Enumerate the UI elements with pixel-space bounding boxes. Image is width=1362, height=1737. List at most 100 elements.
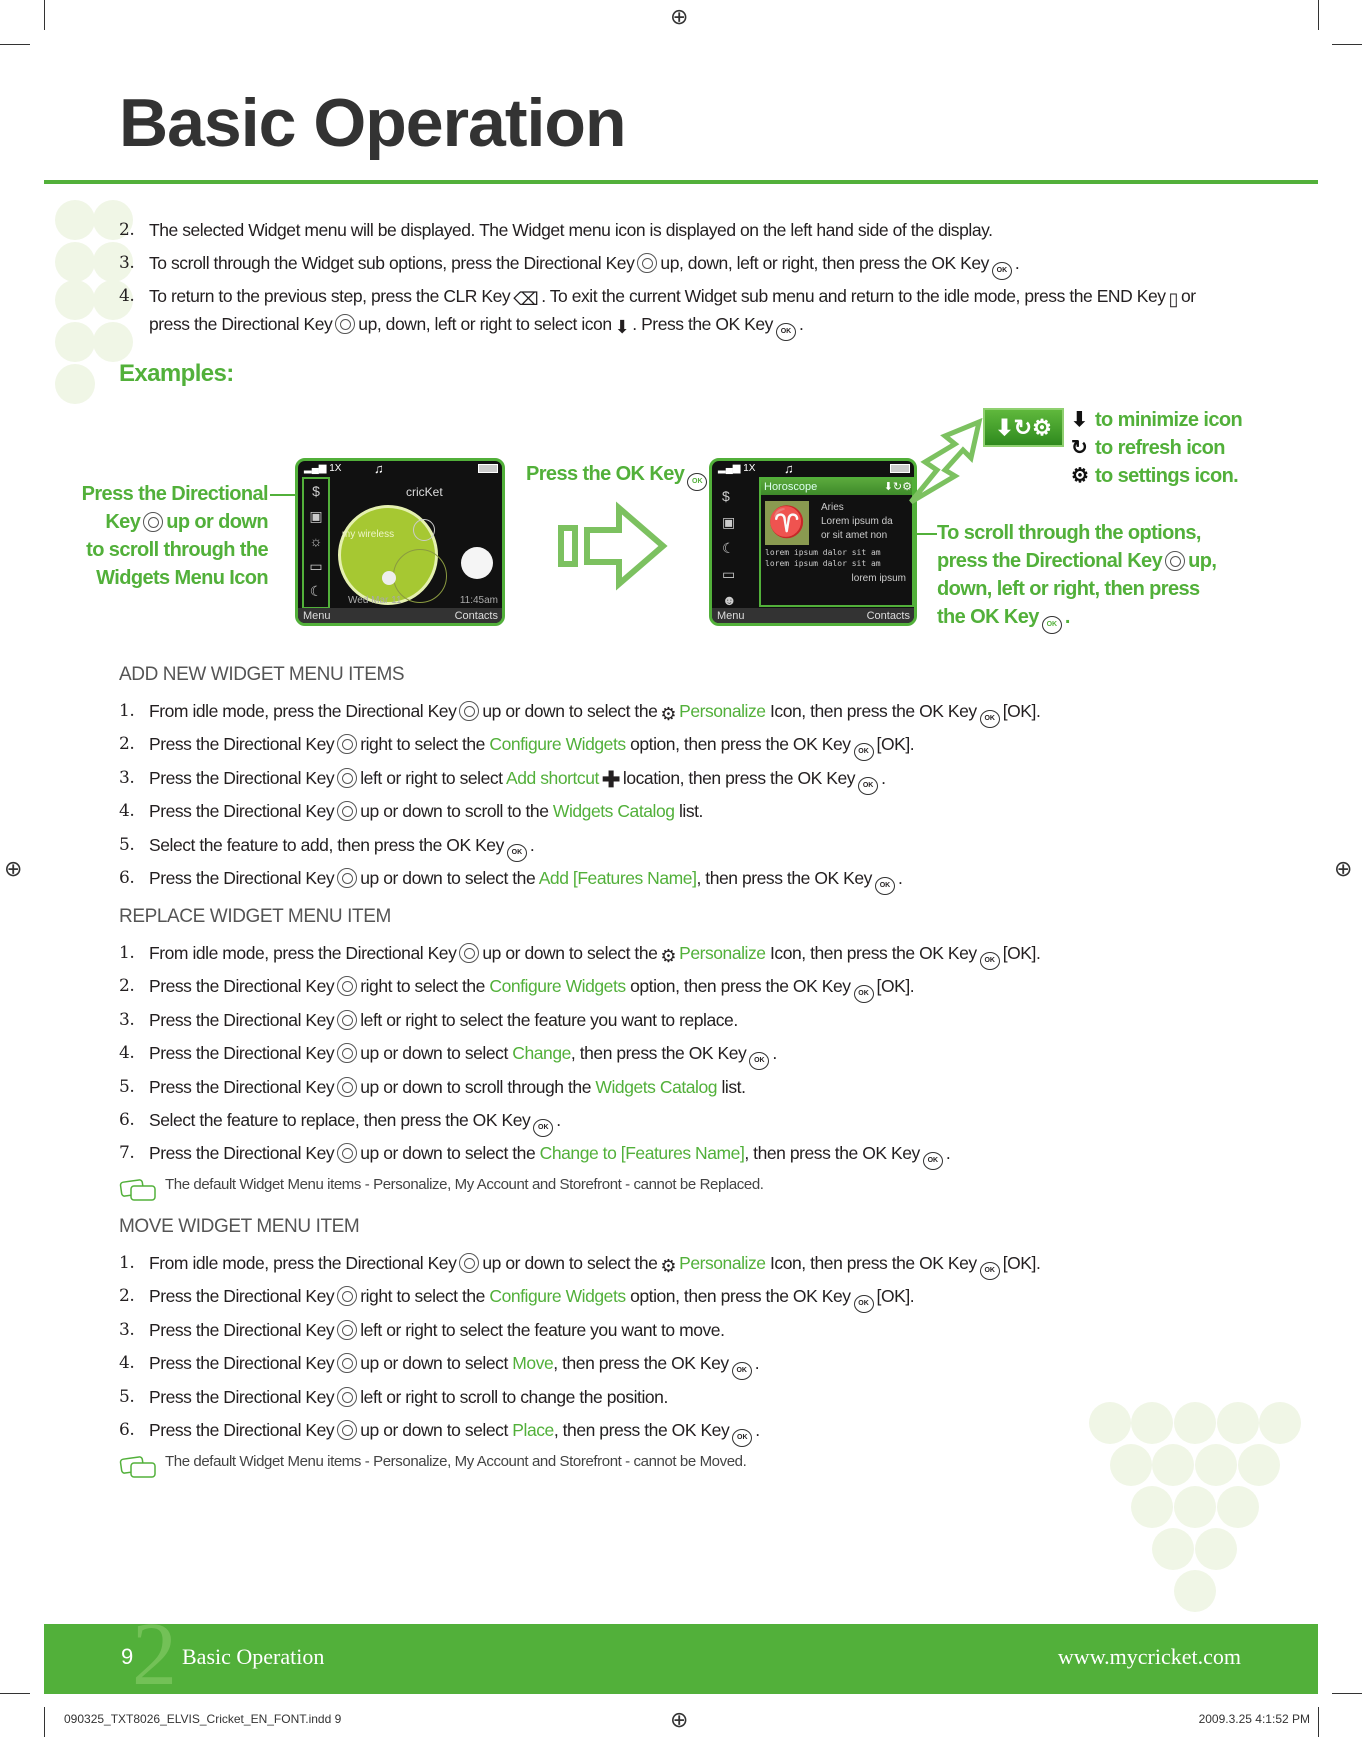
- step-text: left or right to scroll to change the po…: [360, 1386, 668, 1407]
- step-text: location, then press the OK Key: [622, 767, 856, 788]
- step-number: 7.: [119, 1143, 135, 1164]
- refresh-icon: ↻: [1071, 437, 1088, 459]
- step-item: 2. Press the Directional Key right to sele…: [119, 1282, 915, 1314]
- step-item: 1. From idle mode, press the Directional …: [119, 939, 1041, 970]
- ok-key-icon: OK: [749, 1052, 770, 1071]
- decorative-dot: [1089, 1402, 1131, 1444]
- examples-label: Examples:: [119, 360, 234, 387]
- ok-key-icon: OK: [979, 710, 1000, 728]
- ok-key-icon: OK: [533, 1119, 554, 1137]
- step-item: 5. Press the Directional Key up or down to…: [119, 1073, 746, 1101]
- step-number: 6.: [119, 868, 135, 888]
- caption-line: up,: [1188, 550, 1217, 572]
- step-text: Press the Directional Key: [149, 1076, 335, 1097]
- widget-title: Horoscope: [764, 481, 818, 493]
- directional-key-icon: [337, 1420, 358, 1440]
- horoscope-widget: Horoscope ⬇↻⚙ ♈ Aries Lorem ipsum da or sit…: [759, 477, 914, 607]
- menu-option-text: Personalize: [679, 943, 766, 963]
- step-number: 3.: [119, 1009, 135, 1030]
- music-icon: ♫: [784, 461, 794, 476]
- decorative-dot: [55, 280, 95, 320]
- decorative-dot: [1195, 1444, 1237, 1486]
- decorative-dot: [55, 242, 95, 282]
- sign-text: Aries: [821, 502, 844, 513]
- step-text: [OK].: [876, 976, 915, 997]
- bubble: [413, 519, 435, 541]
- step-text: .: [945, 1143, 951, 1164]
- step-text: To return to the previous step, press th…: [149, 286, 511, 306]
- step-item: 6. Press the Directional Key up or down to…: [119, 1416, 760, 1447]
- step-text: Icon, then press the OK Key: [765, 701, 977, 721]
- step-text: From idle mode, press the Directional Ke…: [149, 1253, 457, 1273]
- widgets-menu-icons: $ ▣ ☾ ▭ ☻: [722, 488, 737, 608]
- step-item: 4. To return to the previous step, press …: [119, 282, 1229, 341]
- decorative-dot: [1217, 1402, 1259, 1444]
- step-item: 4. Press the Directional Key up or down to…: [119, 797, 703, 825]
- menu-option-text: Configure Widgets: [489, 1286, 626, 1307]
- legend-label: to settings icon.: [1095, 465, 1239, 487]
- caption-line: to scroll through the: [86, 539, 268, 561]
- softkey-contacts: Contacts: [454, 610, 498, 622]
- step-item: 2. Press the Directional Key right to sele…: [119, 730, 915, 762]
- left-caption: Press the Directional Key up or down to s…: [68, 480, 269, 592]
- ok-key-icon: OK: [731, 1362, 752, 1381]
- step-text: up or down to select the: [360, 1143, 540, 1164]
- step-text: [OK].: [1002, 943, 1041, 963]
- step-number: 3.: [119, 767, 135, 788]
- page-title: Basic Operation: [119, 85, 626, 161]
- widget-toolbar-zoom: ⬇↻⚙: [983, 408, 1064, 447]
- directional-key-icon: [337, 976, 358, 997]
- menu-option-text: Add [Features Name]: [538, 868, 697, 888]
- directional-key-icon: [337, 801, 358, 822]
- caption-line: Widgets Menu Icon: [96, 567, 268, 589]
- decorative-dot: [1195, 1528, 1237, 1570]
- caption-line: down, left or right, then press: [937, 578, 1200, 600]
- step-text: list.: [717, 1076, 746, 1097]
- directional-key-icon: [337, 1319, 358, 1340]
- registration-mark-icon: ⊕: [670, 1707, 689, 1732]
- step-number: 3.: [119, 253, 135, 273]
- ok-key-icon: OK: [979, 952, 1000, 970]
- step-number: 6.: [119, 1110, 135, 1130]
- step-text: Press the Directional Key: [149, 1286, 335, 1307]
- page-number: 9: [121, 1644, 134, 1669]
- minimize-icon: ⬇: [1071, 409, 1088, 431]
- step-text: right to select the: [360, 976, 490, 997]
- caption-line: Press the OK Key: [526, 463, 685, 485]
- directional-key-icon: [337, 1043, 358, 1064]
- step-item: 3. Press the Directional Key left or right…: [119, 764, 886, 795]
- widgets-menu-bar: $ ▣ ☼ ▭ ☾: [302, 477, 330, 609]
- step-item: 3. Press the Directional Key left or right…: [119, 1006, 738, 1034]
- crop-mark: [44, 0, 45, 30]
- step-text: left or right to select: [360, 767, 507, 788]
- directional-key-icon: [143, 512, 164, 532]
- website-link[interactable]: www.mycricket.com: [1058, 1644, 1241, 1670]
- menu-option-text: Personalize: [679, 701, 766, 721]
- date-text: Wed Mar 11: [348, 595, 402, 606]
- decorative-dot: [1152, 1528, 1194, 1570]
- step-number: 4.: [119, 286, 135, 306]
- step-number: 5.: [119, 1386, 135, 1407]
- registration-mark-icon: ⊕: [670, 4, 689, 29]
- ok-key-icon: OK: [853, 743, 874, 762]
- callout-line: [917, 533, 937, 535]
- decorative-dot: [1238, 1444, 1280, 1486]
- caption-line: Press the Directional: [81, 483, 269, 505]
- ok-key-icon: OK: [687, 473, 708, 491]
- step-text: , then press the OK Key: [570, 1043, 747, 1064]
- step-number: 6.: [119, 1420, 135, 1440]
- personalize-icon: ⚙: [660, 1256, 677, 1276]
- widget-text: or sit amet non: [821, 530, 888, 541]
- step-item: 3. To scroll through the Widget sub optio…: [119, 249, 1020, 280]
- step-text: Icon, then press the OK Key: [765, 1253, 977, 1273]
- brand-text: cricKet: [406, 485, 443, 499]
- widget-text: lorem ipsum dalor sit am: [765, 548, 881, 557]
- step-text: Select the feature to replace, then pres…: [149, 1110, 531, 1130]
- ok-key-icon: OK: [506, 843, 527, 862]
- step-text: left or right to select the feature you …: [360, 1319, 725, 1340]
- bubble-label: my wireless: [341, 529, 395, 540]
- step-number: 4.: [119, 1353, 135, 1374]
- step-text: Press the Directional Key: [149, 1386, 335, 1407]
- signal-icon: ▂▄▆ 1X: [718, 463, 756, 474]
- directional-key-icon: [337, 1286, 358, 1307]
